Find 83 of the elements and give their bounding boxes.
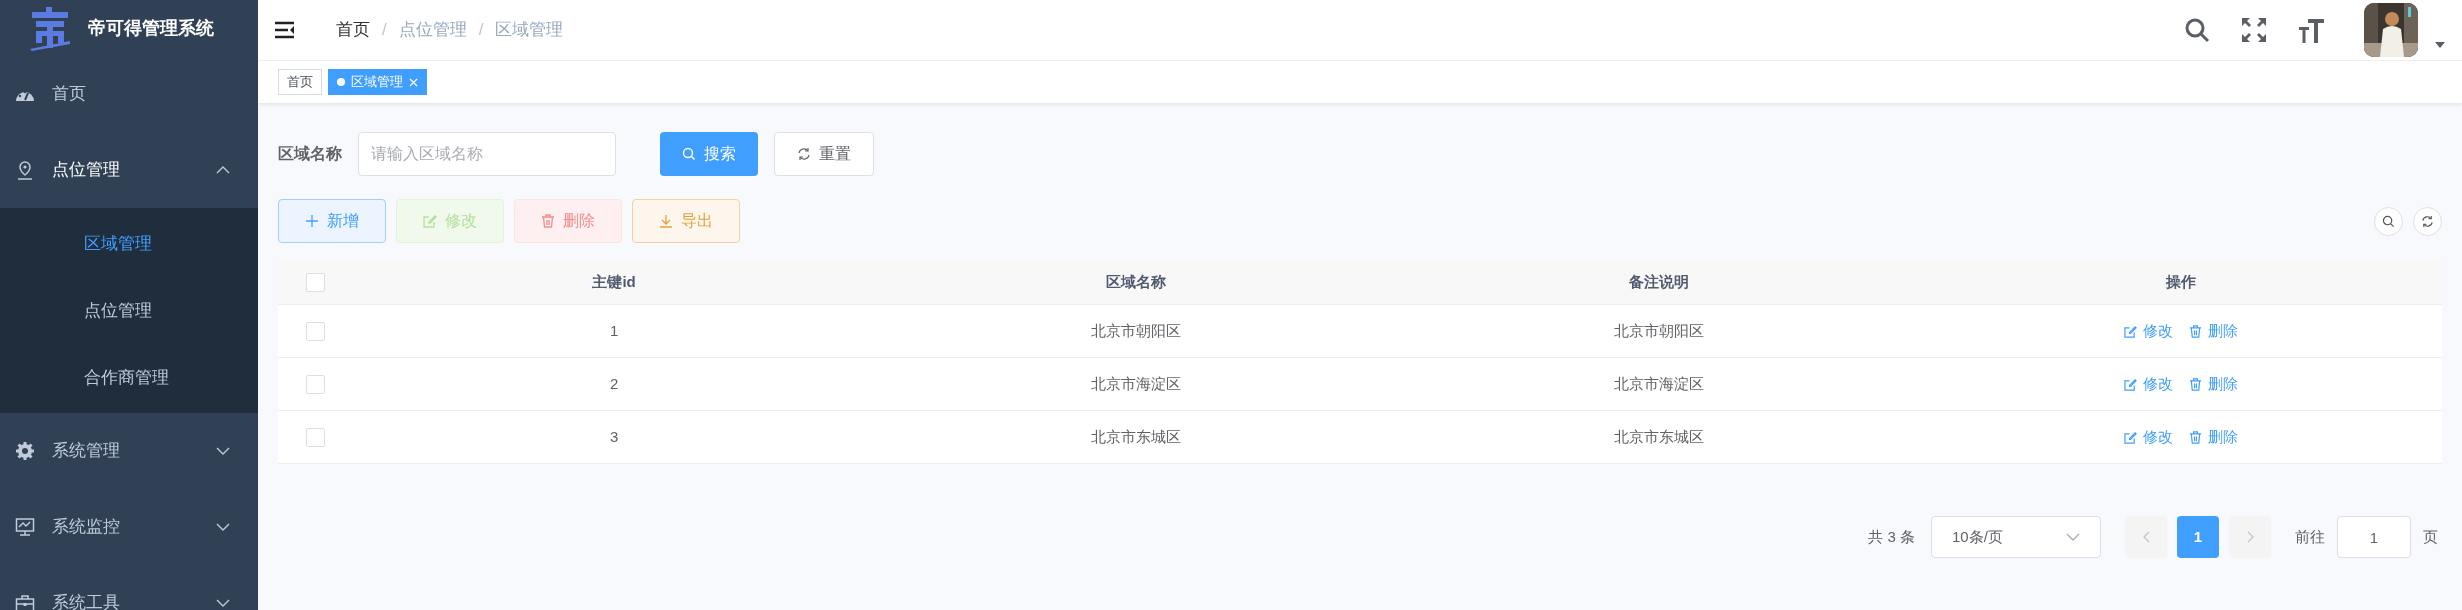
trash-icon <box>2188 430 2202 444</box>
chevron-down-icon <box>216 523 230 531</box>
page-number-field[interactable]: 1 <box>2337 516 2411 558</box>
search-icon[interactable] <box>2184 17 2210 43</box>
delete-link[interactable]: 删除 <box>2188 319 2238 343</box>
fullscreen-icon[interactable] <box>2242 18 2266 42</box>
search-toggle-button[interactable] <box>2374 206 2403 236</box>
column-header: 操作 <box>2165 271 2196 292</box>
caret-icon[interactable] <box>2434 41 2446 49</box>
location-pin-icon <box>15 160 35 180</box>
column-header: 区域名称 <box>1106 271 1167 292</box>
delete-link[interactable]: 删除 <box>2188 372 2238 396</box>
tab[interactable]: 区域管理 <box>328 69 427 95</box>
checkbox[interactable] <box>306 272 325 292</box>
breadcrumb-separator: / <box>478 19 484 42</box>
edit-icon <box>2123 324 2137 338</box>
app-title: 帝可得管理系统 <box>88 16 214 40</box>
refresh-button[interactable] <box>2413 206 2442 236</box>
table-cell-text: 2 <box>609 373 619 394</box>
sidebar-item[interactable]: 系统管理 <box>0 413 258 489</box>
trash-icon <box>541 214 555 228</box>
toolbox-icon <box>15 593 35 610</box>
table-cell-text: 北京市朝阳区 <box>1091 320 1182 341</box>
table-cell-text: 北京市东城区 <box>1613 426 1704 447</box>
refresh-icon <box>2421 214 2434 228</box>
page-size-select[interactable]: 10条/页 <box>1931 516 2101 558</box>
delete-link[interactable]: 删除 <box>2188 425 2238 449</box>
goto-label: 前往 <box>2295 526 2325 547</box>
total-count: 共 3 条 <box>1868 526 1915 547</box>
table-cell-text: 北京市海淀区 <box>1613 373 1704 394</box>
chevron-right-icon <box>2246 531 2254 543</box>
page-suffix: 页 <box>2423 526 2438 547</box>
edit-link[interactable]: 修改 <box>2123 425 2173 449</box>
breadcrumb-separator: / <box>382 19 387 42</box>
trash-icon <box>2188 324 2202 338</box>
sidebar-item[interactable]: 点位管理 <box>0 132 258 208</box>
monitor-icon <box>15 517 35 537</box>
search-button[interactable]: 搜索 <box>660 132 758 176</box>
search-field[interactable]: 请输入区域名称 <box>358 132 616 176</box>
search-icon <box>2382 214 2395 228</box>
chevron-left-icon <box>2142 531 2150 543</box>
checkbox[interactable] <box>306 427 325 447</box>
breadcrumb-item[interactable]: 首页 <box>336 17 370 43</box>
submenu-item[interactable]: 点位管理 <box>0 277 258 344</box>
table-cell-text: 北京市朝阳区 <box>1613 320 1704 341</box>
column-header: 主键id <box>592 271 636 292</box>
edit-icon <box>423 214 437 228</box>
field-label: 区域名称 <box>278 144 342 164</box>
submenu-item[interactable]: 合作商管理 <box>0 344 258 411</box>
refresh-icon <box>797 147 811 161</box>
table-cell-text: 3 <box>609 426 619 447</box>
download-icon <box>659 214 673 228</box>
table-cell-text: 1 <box>609 320 619 341</box>
column-header: 备注说明 <box>1628 271 1689 292</box>
sidebar-item[interactable]: 首页 <box>0 56 258 132</box>
font-size-icon[interactable] <box>2298 17 2324 43</box>
close-icon[interactable] <box>409 77 418 87</box>
page-button[interactable]: 1 <box>2177 516 2219 558</box>
menu-icon[interactable] <box>274 21 296 39</box>
chevron-down-icon <box>216 447 230 455</box>
breadcrumb-item: 点位管理 <box>398 19 467 42</box>
edit-icon <box>2123 430 2137 444</box>
table-cell-text: 北京市海淀区 <box>1091 373 1182 394</box>
submenu-item[interactable]: 区域管理 <box>0 210 258 277</box>
edit-icon <box>2123 377 2137 391</box>
plus-icon <box>305 214 319 228</box>
edit-link[interactable]: 修改 <box>2123 319 2173 343</box>
edit-link[interactable]: 修改 <box>2123 372 2173 396</box>
sidebar-item[interactable]: 系统监控 <box>0 489 258 565</box>
breadcrumb-item: 区域管理 <box>495 19 564 42</box>
reset-button[interactable]: 重置 <box>774 132 874 176</box>
settings-icon <box>15 441 35 461</box>
chevron-down-icon <box>216 599 230 607</box>
checkbox[interactable] <box>306 374 325 394</box>
chevron-down-icon <box>2066 533 2080 541</box>
search-icon <box>682 147 696 161</box>
tab[interactable]: 首页 <box>278 69 322 95</box>
logo-icon <box>28 5 72 51</box>
chevron-up-icon <box>216 166 230 174</box>
checkbox[interactable] <box>306 321 325 341</box>
add-button[interactable]: 新增 <box>278 199 386 243</box>
table-cell-text: 北京市东城区 <box>1091 426 1182 447</box>
trash-icon <box>2188 377 2202 391</box>
